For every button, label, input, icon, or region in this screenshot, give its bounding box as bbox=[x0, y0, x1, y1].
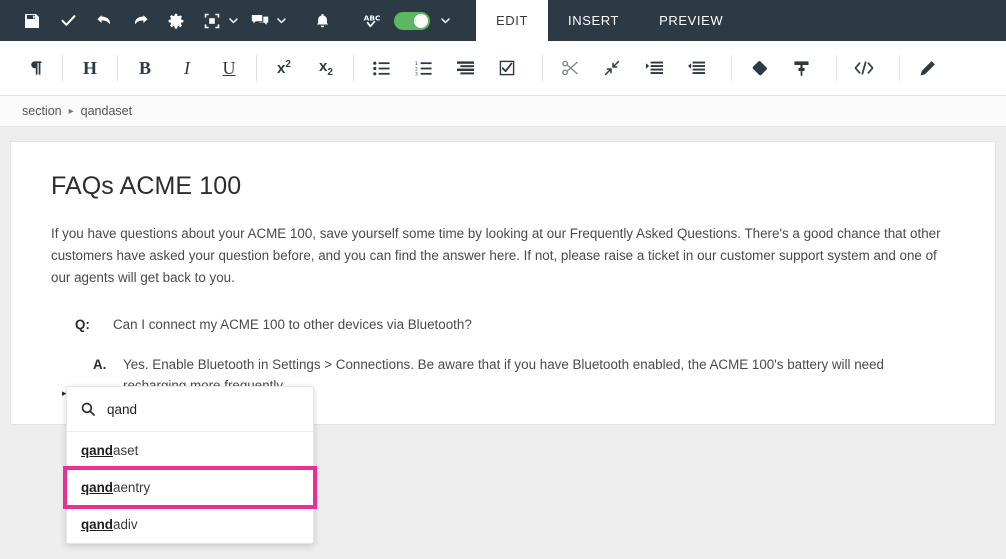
fullscreen-group bbox=[194, 0, 242, 41]
breadcrumb-item-qandaset[interactable]: qandaset bbox=[81, 104, 132, 118]
breadcrumb-separator-icon: ▸ bbox=[69, 106, 74, 117]
undo-icon[interactable] bbox=[86, 0, 122, 41]
element-autocomplete-dropdown: qandaset qandaentry qandadiv bbox=[66, 386, 314, 544]
breadcrumb: section ▸ qandaset bbox=[0, 96, 1006, 127]
question-label: Q: bbox=[75, 314, 113, 335]
bell-icon[interactable] bbox=[304, 0, 340, 41]
source-code-icon[interactable] bbox=[843, 47, 885, 89]
subscript-icon[interactable]: x2 bbox=[305, 47, 347, 89]
toggle-knob bbox=[414, 14, 428, 28]
mode-tabs: EDIT INSERT PREVIEW bbox=[476, 0, 743, 41]
settings-gear-icon[interactable] bbox=[158, 0, 194, 41]
autocomplete-option-qandadiv[interactable]: qandadiv bbox=[67, 506, 313, 543]
option-rest-text: adiv bbox=[113, 517, 138, 532]
page-title: FAQs ACME 100 bbox=[51, 172, 955, 201]
option-match-text: qand bbox=[81, 443, 113, 458]
indent-increase-icon[interactable] bbox=[633, 47, 675, 89]
search-input[interactable] bbox=[107, 402, 277, 417]
pencil-edit-icon[interactable] bbox=[906, 47, 948, 89]
search-icon bbox=[81, 402, 95, 416]
question-row: Q: Can I connect my ACME 100 to other de… bbox=[75, 314, 955, 335]
qanda-entry: Q: Can I connect my ACME 100 to other de… bbox=[51, 314, 955, 396]
top-toolbar-actions: ABC bbox=[0, 0, 454, 41]
spellcheck-chevron-down-icon[interactable] bbox=[436, 0, 454, 41]
svg-text:3: 3 bbox=[415, 71, 418, 75]
bullet-list-icon[interactable] bbox=[360, 47, 402, 89]
numbered-list-icon[interactable]: 1 2 3 bbox=[402, 47, 444, 89]
spellcheck-abc-icon[interactable]: ABC bbox=[354, 0, 390, 41]
scissors-cut-icon[interactable] bbox=[549, 47, 591, 89]
eraser-icon[interactable] bbox=[738, 47, 780, 89]
document-body: FAQs ACME 100 If you have questions abou… bbox=[11, 142, 995, 396]
fullscreen-chevron-down-icon[interactable] bbox=[224, 0, 242, 41]
paragraph-mark-icon[interactable] bbox=[14, 47, 56, 89]
autocomplete-search-row bbox=[67, 387, 313, 432]
svg-text:1: 1 bbox=[415, 61, 418, 67]
spellcheck-group: ABC bbox=[354, 0, 454, 41]
spellcheck-toggle[interactable] bbox=[394, 12, 430, 30]
svg-text:ABC: ABC bbox=[364, 13, 381, 22]
bold-icon[interactable]: B bbox=[124, 47, 166, 89]
svg-text:2: 2 bbox=[415, 66, 418, 72]
intro-paragraph[interactable]: If you have questions about your ACME 10… bbox=[51, 223, 955, 289]
breadcrumb-item-section[interactable]: section bbox=[22, 104, 62, 118]
autocomplete-option-qandaentry[interactable]: qandaentry bbox=[66, 469, 314, 506]
paint-roller-icon[interactable] bbox=[780, 47, 822, 89]
save-icon[interactable] bbox=[14, 0, 50, 41]
option-rest-text: aentry bbox=[113, 480, 150, 495]
top-toolbar: ABC EDIT INSERT PREVIEW bbox=[0, 0, 1006, 41]
option-match-text: qand bbox=[81, 517, 113, 532]
underline-icon[interactable]: U bbox=[208, 47, 250, 89]
heading-icon[interactable]: H bbox=[69, 47, 111, 89]
document-card[interactable]: FAQs ACME 100 If you have questions abou… bbox=[10, 141, 996, 425]
autocomplete-option-qandaset[interactable]: qandaset bbox=[67, 432, 313, 469]
tab-preview[interactable]: PREVIEW bbox=[639, 0, 743, 41]
question-text[interactable]: Can I connect my ACME 100 to other devic… bbox=[113, 314, 472, 335]
redo-icon[interactable] bbox=[122, 0, 158, 41]
option-match-text: qand bbox=[81, 480, 113, 495]
indent-decrease-icon[interactable] bbox=[675, 47, 717, 89]
checklist-icon[interactable] bbox=[486, 47, 528, 89]
superscript-icon[interactable]: x2 bbox=[263, 47, 305, 89]
format-toolbar: H B I U x2 x2 1 2 bbox=[0, 41, 1006, 96]
editor-window: ABC EDIT INSERT PREVIEW bbox=[0, 0, 1006, 559]
tab-edit[interactable]: EDIT bbox=[476, 0, 548, 41]
comment-chevron-down-icon[interactable] bbox=[272, 0, 290, 41]
option-rest-text: aset bbox=[113, 443, 138, 458]
italic-icon[interactable]: I bbox=[166, 47, 208, 89]
check-icon[interactable] bbox=[50, 0, 86, 41]
definition-list-icon[interactable] bbox=[444, 47, 486, 89]
comment-group bbox=[242, 0, 290, 41]
collapse-icon[interactable] bbox=[591, 47, 633, 89]
tab-insert[interactable]: INSERT bbox=[548, 0, 639, 41]
